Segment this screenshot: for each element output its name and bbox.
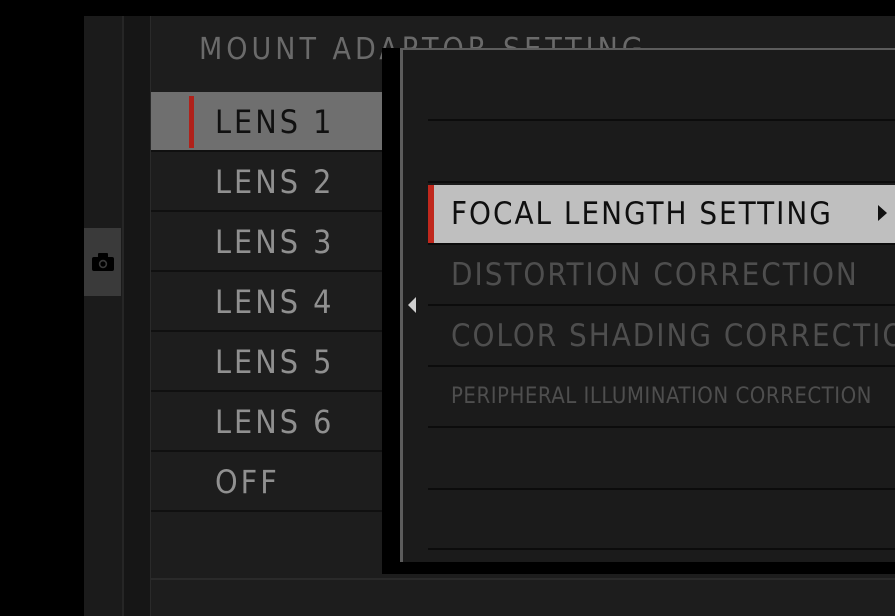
lens-item-label: LENS 6 <box>215 403 335 441</box>
submenu-item-label: FOCAL LENGTH SETTING <box>451 196 833 232</box>
camera-icon <box>91 253 114 271</box>
lens-item-label: LENS 5 <box>215 343 335 381</box>
lens-item-6[interactable]: LENS 6 <box>151 392 383 452</box>
selection-marker <box>428 185 434 243</box>
lens-item-5[interactable]: LENS 5 <box>151 332 383 392</box>
lens-item-4[interactable]: LENS 4 <box>151 272 383 332</box>
divider <box>151 578 895 580</box>
lens-item-3[interactable]: LENS 3 <box>151 212 383 272</box>
divider <box>428 548 895 550</box>
divider <box>428 119 895 121</box>
lens-item-2[interactable]: LENS 2 <box>151 152 383 212</box>
divider <box>428 426 895 428</box>
divider <box>428 488 895 490</box>
category-tab-shooting[interactable] <box>84 228 121 296</box>
divider <box>428 365 895 367</box>
lens-item-label: LENS 1 <box>215 103 335 141</box>
divider <box>428 243 895 245</box>
chevron-right-icon <box>878 205 887 221</box>
lens-list: LENS 1 LENS 2 LENS 3 LENS 4 LENS 5 LENS … <box>151 92 383 512</box>
lens-item-label: LENS 2 <box>215 163 335 201</box>
selection-marker <box>189 96 194 148</box>
submenu-item-distortion-correction[interactable]: DISTORTION CORRECTION <box>428 246 895 304</box>
submenu-item-label: PERIPHERAL ILLUMINATION CORRECTION <box>451 384 872 409</box>
lens-item-1[interactable]: LENS 1 <box>151 92 383 152</box>
lens-item-off[interactable]: OFF <box>151 452 383 512</box>
lens-item-label: LENS 3 <box>215 223 335 261</box>
left-margin <box>8 16 84 616</box>
lens-item-label: LENS 4 <box>215 283 335 321</box>
submenu-item-focal-length-setting[interactable]: FOCAL LENGTH SETTING <box>428 185 895 243</box>
submenu-item-peripheral-illumination-correction[interactable]: PERIPHERAL ILLUMINATION CORRECTION <box>428 368 895 426</box>
submenu-item-label: DISTORTION CORRECTION <box>451 257 859 293</box>
scroll-rail <box>124 16 151 616</box>
submenu-item-label: COLOR SHADING CORRECTION <box>451 318 895 354</box>
divider <box>428 304 895 306</box>
divider <box>428 181 895 183</box>
camera-menu-screen: MOUNT ADAPTOR SETTING LENS 1 LENS 2 LENS… <box>0 0 895 616</box>
submenu-item-color-shading-correction[interactable]: COLOR SHADING CORRECTION <box>428 307 895 365</box>
category-rail <box>84 16 124 616</box>
lens-item-label: OFF <box>215 463 280 501</box>
chevron-left-icon[interactable] <box>408 297 416 313</box>
